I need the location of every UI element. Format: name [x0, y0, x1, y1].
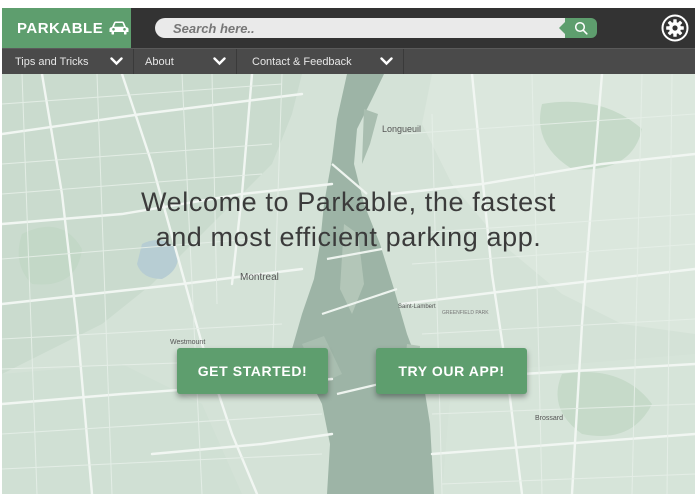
- search-button[interactable]: [559, 18, 597, 38]
- nav-label: Tips and Tricks: [15, 55, 89, 68]
- map-label-greenfield-park: GREENFIELD PARK: [442, 310, 489, 316]
- search-icon: [574, 21, 588, 35]
- chevron-down-icon: [110, 57, 123, 66]
- search-bar: [155, 18, 597, 38]
- nav-about[interactable]: About: [134, 49, 237, 74]
- nav-label: About: [145, 55, 174, 68]
- nav-bar: Tips and Tricks About Contact & Feedback: [2, 48, 695, 74]
- nav-tips-and-tricks[interactable]: Tips and Tricks: [2, 49, 134, 74]
- brand-name: PARKABLE: [17, 19, 104, 37]
- map-label-westmount: Westmount: [170, 339, 205, 346]
- get-started-button[interactable]: GET STARTED!: [177, 348, 328, 394]
- nav-label: Contact & Feedback: [252, 55, 352, 68]
- app-frame: PARKABLE Search here.. Tips and Tricks A…: [2, 8, 695, 494]
- map-label-saint-lambert: Saint-Lambert: [398, 304, 436, 310]
- welcome-heading: Welcome to Parkable, the fastest and mos…: [2, 185, 695, 255]
- map-label-montreal: Montreal: [240, 272, 279, 283]
- welcome-line-2: and most efficient parking app.: [155, 222, 542, 252]
- map-graphic: Longueuil Montreal Westmount Saint-Lambe…: [2, 74, 695, 494]
- chevron-down-icon: [213, 57, 226, 66]
- nav-contact-feedback[interactable]: Contact & Feedback: [237, 49, 404, 74]
- chevron-down-icon: [380, 57, 393, 66]
- top-bar: PARKABLE: [2, 8, 695, 48]
- brand-logo[interactable]: PARKABLE: [2, 8, 131, 48]
- gear-icon[interactable]: [661, 14, 689, 42]
- map-label-brossard: Brossard: [535, 415, 563, 422]
- welcome-line-1: Welcome to Parkable, the fastest: [141, 187, 556, 217]
- search-input[interactable]: [155, 18, 567, 38]
- map-label-longueuil: Longueuil: [382, 124, 421, 134]
- map-background: Longueuil Montreal Westmount Saint-Lambe…: [2, 74, 695, 494]
- car-icon: [109, 21, 129, 35]
- try-our-app-button[interactable]: TRY OUR APP!: [376, 348, 527, 394]
